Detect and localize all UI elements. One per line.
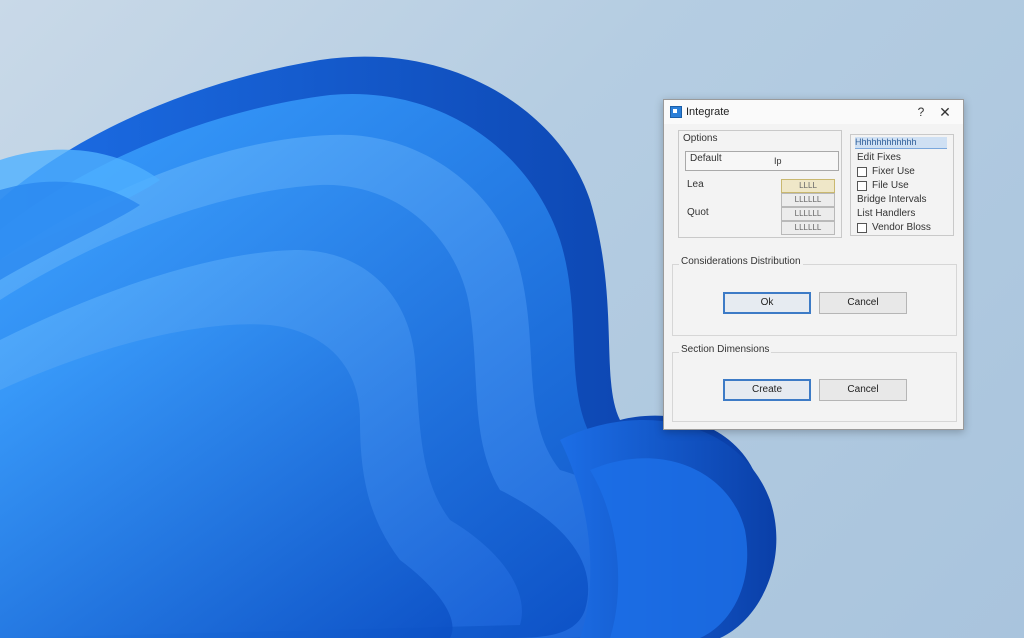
check-item-6[interactable]: Vendor Bloss [857, 222, 931, 233]
option-row-label: Lea [687, 179, 704, 190]
option-row-2: LLLLLL [685, 193, 839, 207]
check-item-label: Fixer Use [872, 166, 915, 177]
check-item-label: List Handlers [857, 208, 916, 219]
checkbox[interactable] [857, 166, 867, 177]
option-row-field[interactable]: LLLLLL [781, 193, 835, 207]
checklist-panel: Hhhhhhhhhhhh Edit Fixes Fixer Use File U… [850, 134, 954, 236]
app-icon [670, 106, 682, 118]
desktop: Integrate ? ✕ Options Default Ip Lea LLL… [0, 0, 1024, 638]
options-main-input[interactable]: Default Ip [685, 151, 839, 171]
group-title: Considerations Distribution [679, 256, 803, 267]
options-input-value: Default [690, 153, 722, 164]
option-row-label: Quot [687, 207, 709, 218]
considerations-group: Considerations Distribution Ok Cancel [672, 256, 957, 336]
option-row-field[interactable]: LLLL [781, 179, 835, 193]
check-item-4[interactable]: Bridge Intervals [857, 194, 926, 205]
option-row-field[interactable]: LLLLLL [781, 207, 835, 221]
dialog-titlebar[interactable]: Integrate ? ✕ [664, 100, 963, 124]
check-item-label: File Use [872, 180, 909, 191]
option-row-1: Lea LLLL [685, 179, 839, 193]
check-item-2[interactable]: Fixer Use [857, 166, 915, 177]
options-panel: Options Default Ip Lea LLLL LLLLLL Quot … [678, 130, 842, 238]
check-item-1[interactable]: Edit Fixes [857, 152, 901, 163]
help-button[interactable]: ? [909, 105, 933, 119]
create-button[interactable]: Create [723, 379, 811, 401]
check-item-5[interactable]: List Handlers [857, 208, 915, 219]
cancel-button[interactable]: Cancel [819, 379, 907, 401]
dialog-title: Integrate [686, 106, 730, 118]
check-item-label: Edit Fixes [857, 152, 901, 163]
group-title: Section Dimensions [679, 344, 772, 355]
option-row-field[interactable]: LLLLLL [781, 221, 835, 235]
check-item-label: Vendor Bloss [872, 222, 931, 233]
check-item-label: Bridge Intervals [857, 194, 927, 205]
integrate-dialog: Integrate ? ✕ Options Default Ip Lea LLL… [663, 99, 964, 430]
options-input-suffix: Ip [774, 156, 782, 166]
checkbox[interactable] [857, 222, 867, 233]
checkbox[interactable] [857, 180, 867, 191]
checklist-header[interactable]: Hhhhhhhhhhhh [855, 137, 947, 149]
options-label: Options [683, 133, 718, 144]
option-row-4: LLLLLL [685, 221, 839, 235]
cancel-button[interactable]: Cancel [819, 292, 907, 314]
close-button[interactable]: ✕ [933, 104, 957, 121]
option-row-3: Quot LLLLLL [685, 207, 839, 221]
ok-button[interactable]: Ok [723, 292, 811, 314]
section-group: Section Dimensions Create Cancel [672, 344, 957, 422]
check-item-3[interactable]: File Use [857, 180, 909, 191]
